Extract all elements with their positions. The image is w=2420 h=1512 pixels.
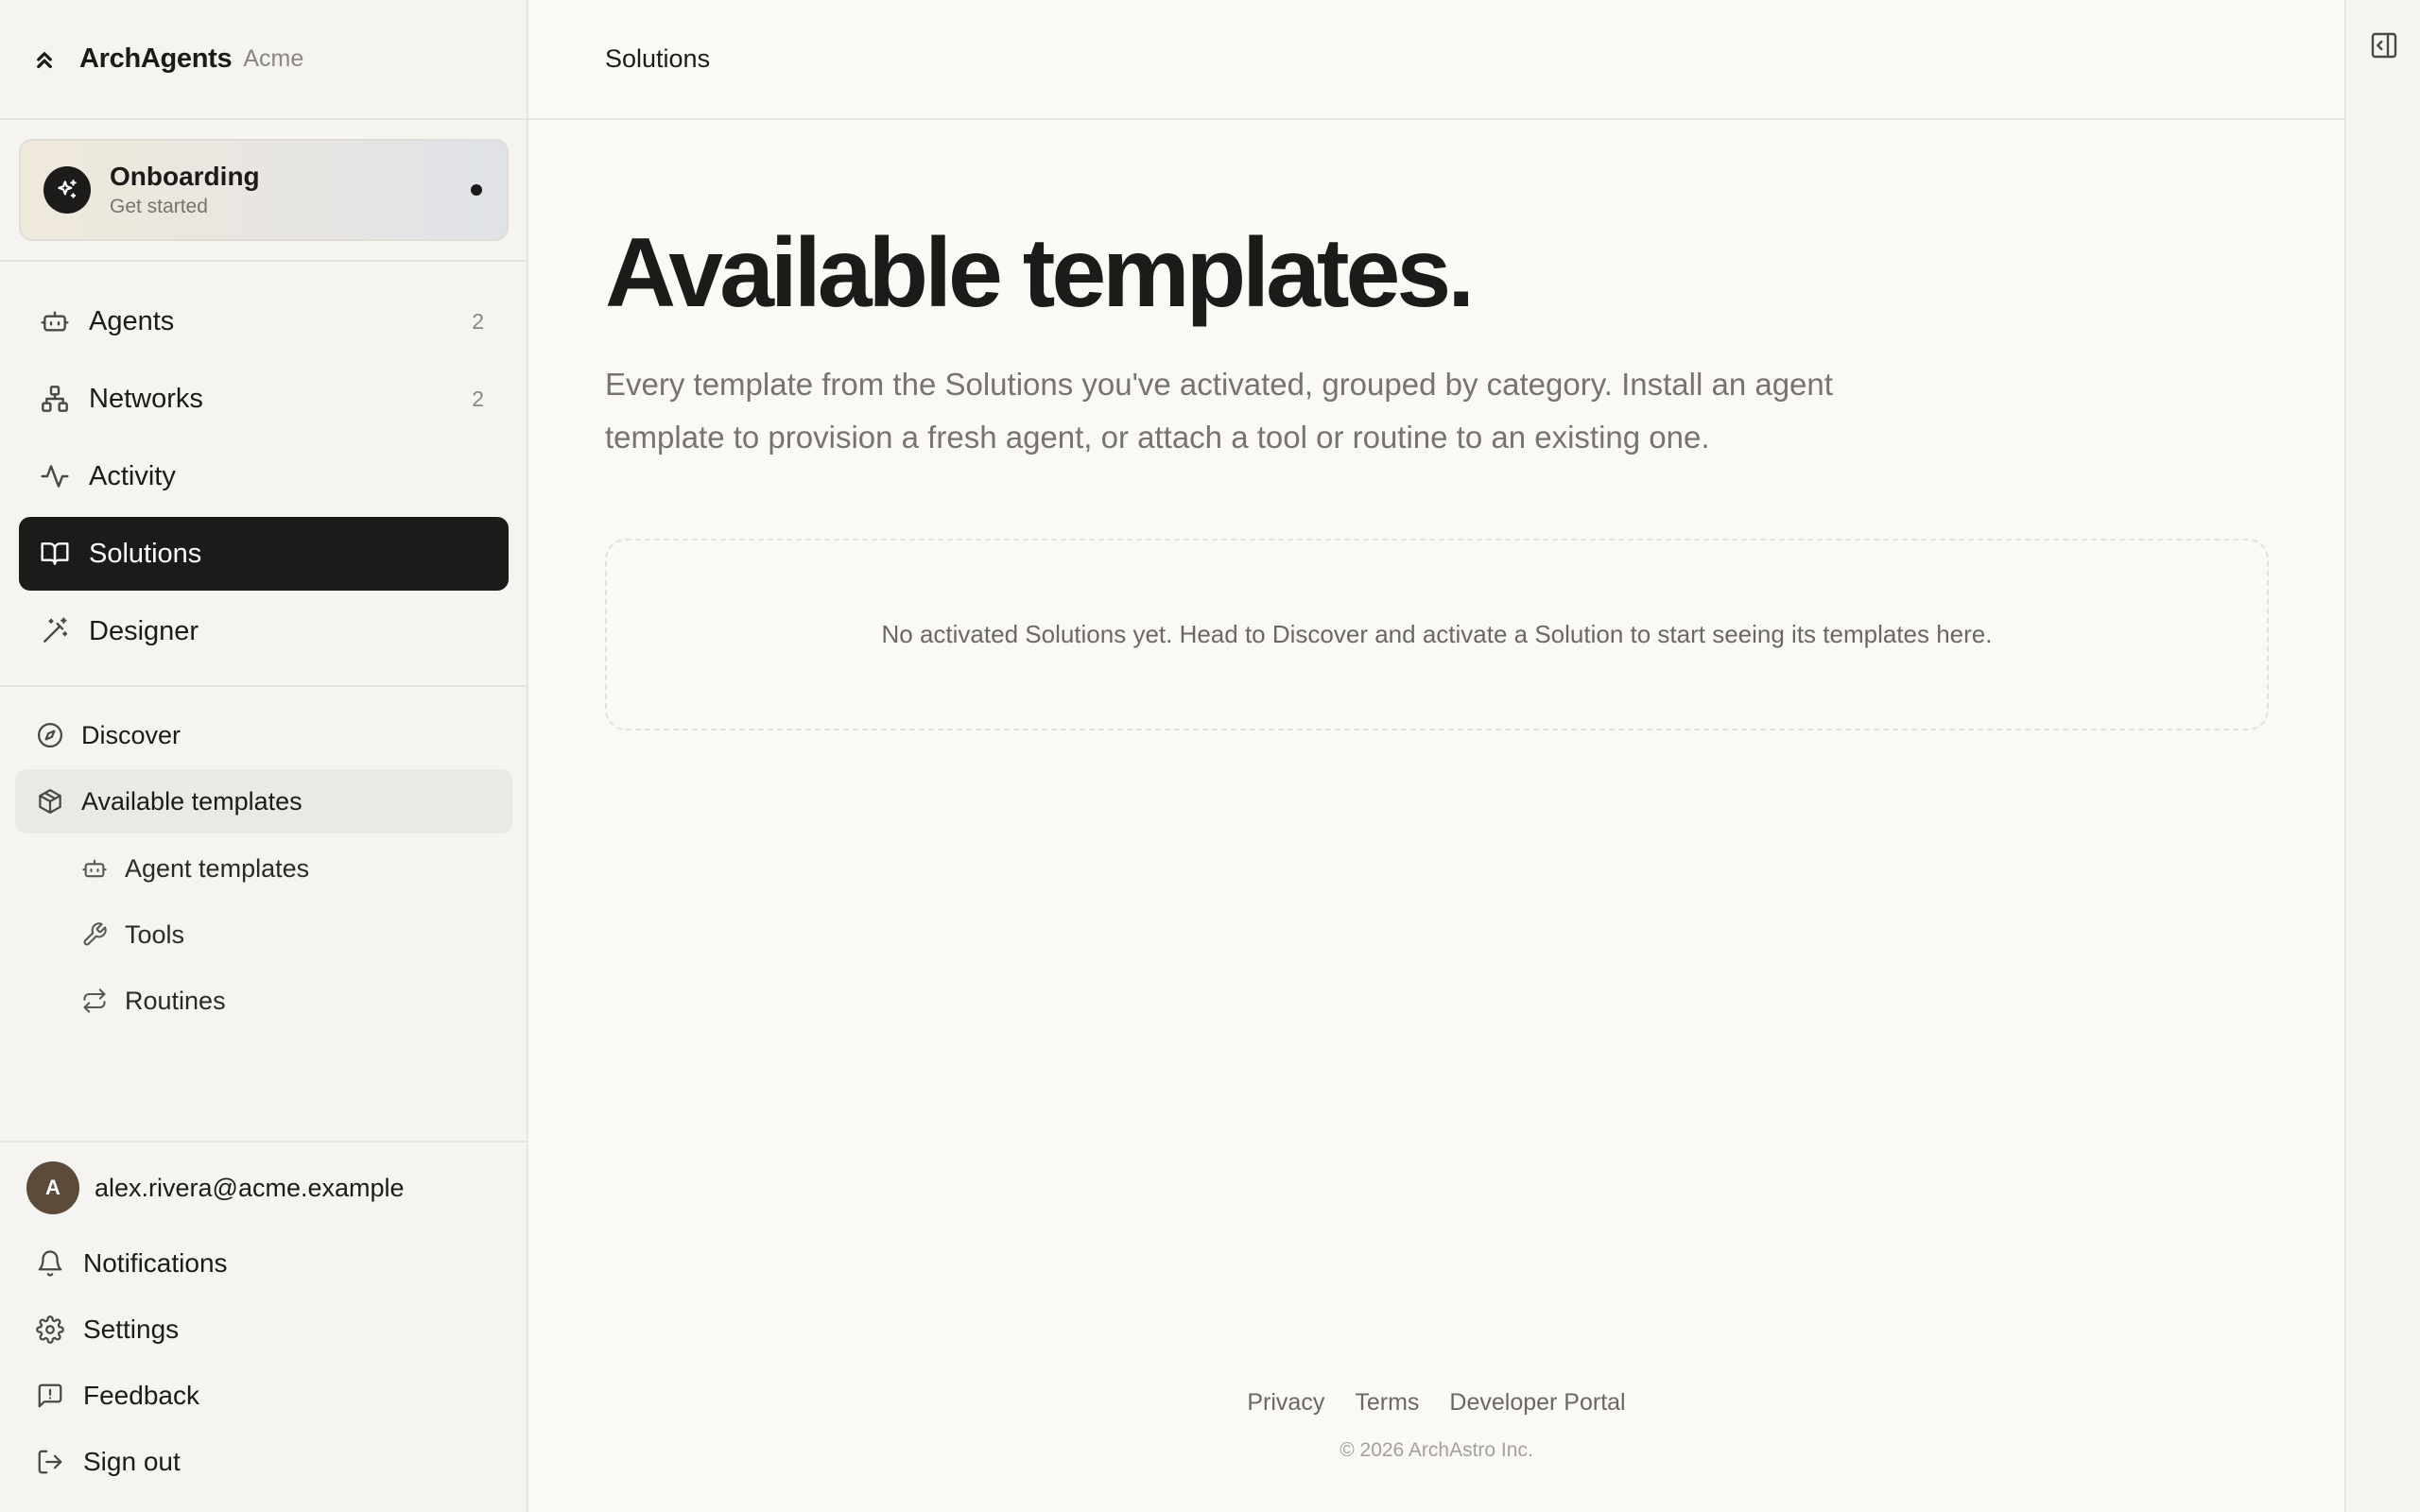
breadcrumb: Solutions bbox=[605, 44, 711, 73]
nav-label-networks: Networks bbox=[89, 383, 203, 414]
wand-icon bbox=[40, 616, 70, 646]
nav-item-sign-out[interactable]: Sign out bbox=[19, 1432, 509, 1492]
nav-label-feedback: Feedback bbox=[83, 1381, 199, 1410]
solutions-subnav: Discover Available templates Agent templ… bbox=[0, 687, 527, 1141]
onboarding-card[interactable]: Onboarding Get started bbox=[19, 139, 509, 241]
user-email: alex.rivera@acme.example bbox=[95, 1173, 405, 1202]
nav-label-notifications: Notifications bbox=[83, 1248, 228, 1278]
brand-header[interactable]: ArchAgents Acme bbox=[0, 0, 527, 120]
onboarding-status-dot bbox=[471, 184, 482, 196]
onboarding-subtitle: Get started bbox=[110, 196, 208, 217]
nav-label-routines: Routines bbox=[125, 986, 226, 1015]
empty-state-message: No activated Solutions yet. Head to Disc… bbox=[881, 620, 1993, 648]
nav-label-solutions: Solutions bbox=[89, 538, 202, 569]
account-section: A alex.rivera@acme.example Notifications… bbox=[0, 1141, 527, 1512]
developer-portal-link[interactable]: Developer Portal bbox=[1449, 1389, 1625, 1417]
repeat-icon bbox=[81, 988, 108, 1014]
sparkles-icon bbox=[43, 166, 91, 214]
primary-nav: Agents 2 Networks 2 Activity Solutions D… bbox=[0, 262, 527, 687]
nav-item-available-templates[interactable]: Available templates bbox=[15, 769, 512, 833]
nav-item-notifications[interactable]: Notifications bbox=[19, 1233, 509, 1294]
nav-item-feedback[interactable]: Feedback bbox=[19, 1366, 509, 1426]
network-icon bbox=[40, 384, 70, 414]
nav-label-agent-templates: Agent templates bbox=[125, 853, 310, 883]
book-open-icon bbox=[40, 539, 70, 569]
nav-label-discover: Discover bbox=[81, 720, 182, 749]
log-out-icon bbox=[36, 1448, 64, 1476]
top-bar: Solutions bbox=[528, 0, 2344, 120]
bot-icon bbox=[40, 306, 70, 336]
nav-item-solutions[interactable]: Solutions bbox=[19, 517, 509, 591]
avatar: A bbox=[26, 1161, 79, 1214]
privacy-link[interactable]: Privacy bbox=[1247, 1389, 1324, 1417]
page-footer: Privacy Terms Developer Portal © 2026 Ar… bbox=[528, 1389, 2344, 1462]
onboarding-title: Onboarding bbox=[110, 162, 260, 191]
nav-label-sign-out: Sign out bbox=[83, 1447, 181, 1476]
nav-item-settings[interactable]: Settings bbox=[19, 1299, 509, 1360]
nav-label-available-templates: Available templates bbox=[81, 786, 302, 816]
footer-links: Privacy Terms Developer Portal bbox=[528, 1389, 2344, 1417]
nav-item-designer[interactable]: Designer bbox=[19, 594, 509, 668]
message-alert-icon bbox=[36, 1382, 64, 1410]
nav-item-tools[interactable]: Tools bbox=[15, 904, 512, 965]
page-title: Available templates. bbox=[605, 218, 1475, 328]
onboarding-section: Onboarding Get started bbox=[0, 120, 527, 262]
sidebar: ArchAgents Acme Onboarding Get started A… bbox=[0, 0, 528, 1512]
nav-item-agent-templates[interactable]: Agent templates bbox=[15, 838, 512, 899]
nav-item-discover[interactable]: Discover bbox=[15, 703, 512, 767]
networks-count: 2 bbox=[472, 386, 484, 411]
nav-label-agents: Agents bbox=[89, 305, 175, 336]
bot-icon bbox=[81, 855, 108, 882]
brand-name: ArchAgents bbox=[79, 43, 233, 74]
chevrons-up-icon bbox=[30, 45, 59, 74]
compass-icon bbox=[36, 721, 64, 749]
nav-label-designer: Designer bbox=[89, 615, 199, 646]
package-icon bbox=[36, 787, 64, 816]
panel-toggle-icon[interactable] bbox=[2369, 30, 2399, 60]
nav-item-routines[interactable]: Routines bbox=[15, 971, 512, 1031]
gear-icon bbox=[36, 1315, 64, 1344]
user-menu[interactable]: A alex.rivera@acme.example bbox=[26, 1161, 405, 1214]
copyright: © 2026 ArchAstro Inc. bbox=[1340, 1439, 1533, 1461]
nav-item-networks[interactable]: Networks 2 bbox=[19, 362, 509, 436]
nav-item-activity[interactable]: Activity bbox=[19, 439, 509, 513]
terms-link[interactable]: Terms bbox=[1355, 1389, 1419, 1417]
nav-label-activity: Activity bbox=[89, 460, 176, 491]
bell-icon bbox=[36, 1249, 64, 1278]
nav-item-agents[interactable]: Agents 2 bbox=[19, 284, 509, 358]
right-rail bbox=[2344, 0, 2420, 1512]
empty-state: No activated Solutions yet. Head to Disc… bbox=[605, 539, 2269, 730]
wrench-icon bbox=[81, 921, 108, 948]
nav-label-tools: Tools bbox=[125, 919, 185, 949]
nav-label-settings: Settings bbox=[83, 1314, 180, 1344]
org-name: Acme bbox=[243, 45, 304, 72]
activity-icon bbox=[40, 461, 70, 491]
page-description: Every template from the Solutions you've… bbox=[605, 367, 1833, 455]
agents-count: 2 bbox=[472, 308, 484, 334]
